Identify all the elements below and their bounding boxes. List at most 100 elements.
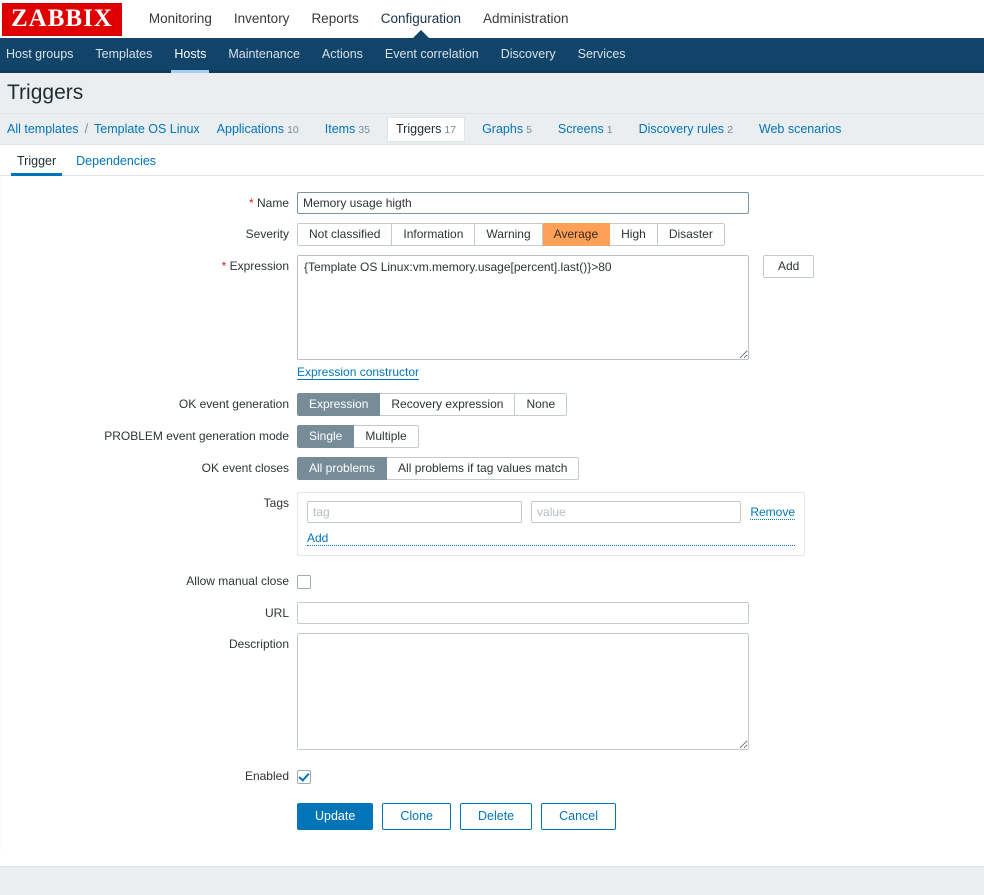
expression-label: * Expression — [1, 255, 297, 277]
problem-event-generation-mode-option-multiple[interactable]: Multiple — [354, 425, 419, 448]
subnav-item-templates[interactable]: Templates — [84, 38, 163, 70]
severity-option-high[interactable]: High — [610, 223, 658, 246]
page-title-bar: Triggers — [0, 73, 984, 114]
name-input[interactable] — [297, 192, 749, 214]
form-row-actions: Update Clone Delete Cancel — [1, 799, 984, 830]
severity-option-average[interactable]: Average — [542, 223, 611, 246]
ok-event-closes-label: OK event closes — [201, 461, 289, 475]
expression-label-text: Expression — [229, 259, 289, 273]
severity-control: Not classified Information Warning Avera… — [297, 223, 984, 246]
ok-event-generation-radio-group: Expression Recovery expression None — [297, 393, 568, 416]
allow-manual-close-checkbox[interactable] — [297, 574, 311, 589]
ok-event-closes-radio-group: All problems All problems if tag values … — [297, 457, 580, 480]
object-tab-screens-label: Screens — [557, 121, 604, 136]
enabled-checkbox[interactable] — [297, 769, 311, 784]
form-tabs: Trigger Dependencies — [0, 145, 984, 176]
tab-trigger[interactable]: Trigger — [7, 154, 66, 176]
form-row-tags: Tags Remove Add — [1, 492, 984, 556]
ok-event-generation-option-none[interactable]: None — [515, 393, 568, 416]
enabled-label: Enabled — [244, 769, 289, 783]
object-tab-triggers-label: Triggers — [396, 121, 442, 136]
cancel-button[interactable]: Cancel — [541, 803, 617, 830]
subnav-item-maintenance[interactable]: Maintenance — [217, 38, 311, 70]
breadcrumb-all-templates[interactable]: All templates — [7, 122, 79, 136]
object-tab-discovery-rules[interactable]: Discovery rules 2 — [630, 117, 742, 142]
main-menu-item-inventory[interactable]: Inventory — [223, 0, 301, 38]
form-row-ok-event-closes: OK event closes All problems All problem… — [1, 457, 984, 480]
ok-event-generation-option-recovery-expression[interactable]: Recovery expression — [380, 393, 516, 416]
subnav-item-event-correlation[interactable]: Event correlation — [374, 38, 490, 70]
ok-event-closes-option-tag-values-match[interactable]: All problems if tag values match — [387, 457, 580, 480]
tags-control: Remove Add — [297, 492, 984, 556]
severity-option-information[interactable]: Information — [392, 223, 476, 246]
form-row-allow-manual-close: Allow manual close — [1, 570, 984, 592]
form-row-description: Description — [1, 633, 984, 753]
page-footer — [0, 866, 984, 895]
tag-remove-link[interactable]: Remove — [750, 505, 795, 520]
description-textarea[interactable] — [297, 633, 749, 750]
delete-button[interactable]: Delete — [459, 803, 533, 830]
main-menu-item-reports[interactable]: Reports — [300, 0, 369, 38]
sub-navigation: Host groups Templates Hosts Maintenance … — [0, 38, 984, 73]
object-tab-screens-count: 1 — [606, 123, 613, 136]
object-tab-web-scenarios[interactable]: Web scenarios — [750, 117, 850, 141]
severity-option-not-classified[interactable]: Not classified — [297, 223, 393, 246]
url-input[interactable] — [297, 602, 749, 624]
description-label: Description — [228, 637, 289, 651]
url-control — [297, 602, 984, 624]
object-tab-web-scenarios-label: Web scenarios — [758, 122, 842, 136]
object-tab-graphs[interactable]: Graphs 5 — [473, 117, 541, 142]
tags-box: Remove Add — [297, 492, 805, 556]
form-row-expression: * Expression {Template OS Linux:vm.memor… — [1, 255, 984, 380]
problem-event-generation-mode-label: PROBLEM event generation mode — [104, 429, 289, 443]
subnav-item-discovery[interactable]: Discovery — [490, 38, 567, 70]
severity-label: Severity — [245, 227, 289, 241]
object-tab-applications[interactable]: Applications 10 — [208, 117, 308, 142]
name-control — [297, 192, 984, 214]
subnav-item-hosts[interactable]: Hosts — [163, 38, 217, 73]
object-tab-screens[interactable]: Screens 1 — [549, 117, 622, 142]
main-menu-item-configuration[interactable]: Configuration — [370, 0, 472, 38]
severity-option-warning[interactable]: Warning — [475, 223, 543, 246]
subnav-item-actions[interactable]: Actions — [311, 38, 374, 70]
allow-manual-close-label: Allow manual close — [186, 574, 289, 588]
tag-key-input[interactable] — [307, 501, 523, 523]
subnav-item-host-groups[interactable]: Host groups — [0, 38, 84, 70]
main-menu-item-administration[interactable]: Administration — [472, 0, 580, 38]
expression-constructor-link[interactable]: Expression constructor — [297, 365, 420, 380]
object-tab-discovery-rules-count: 2 — [727, 123, 733, 136]
expression-constructor-row: Expression constructor — [297, 365, 984, 380]
problem-event-generation-mode-option-single[interactable]: Single — [297, 425, 355, 448]
tag-value-input[interactable] — [531, 501, 742, 523]
form-row-ok-event-generation: OK event generation Expression Recovery … — [1, 393, 984, 416]
top-header: ZABBIX Monitoring Inventory Reports Conf… — [0, 0, 984, 38]
severity-radio-group: Not classified Information Warning Avera… — [297, 223, 725, 246]
object-tab-graphs-label: Graphs — [482, 121, 524, 136]
clone-button[interactable]: Clone — [382, 803, 451, 830]
expression-add-button[interactable]: Add — [763, 255, 815, 278]
tags-label: Tags — [263, 496, 289, 510]
main-menu-item-monitoring[interactable]: Monitoring — [138, 0, 223, 38]
url-label: URL — [264, 606, 289, 620]
expression-textarea[interactable]: {Template OS Linux:vm.memory.usage[perce… — [297, 255, 749, 360]
object-tab-triggers-count: 17 — [444, 123, 457, 136]
actions-control: Update Clone Delete Cancel — [297, 799, 984, 830]
update-button[interactable]: Update — [297, 803, 374, 830]
severity-option-disaster[interactable]: Disaster — [657, 223, 725, 246]
ok-event-closes-option-all-problems[interactable]: All problems — [297, 457, 388, 480]
expression-control: {Template OS Linux:vm.memory.usage[perce… — [297, 255, 984, 380]
ok-event-closes-control: All problems All problems if tag values … — [297, 457, 984, 480]
page-title: Triggers — [7, 81, 84, 104]
form-row-name: * Name — [1, 192, 984, 214]
ok-event-generation-option-expression[interactable]: Expression — [297, 393, 381, 416]
object-tab-applications-label: Applications — [216, 121, 285, 136]
action-buttons: Update Clone Delete Cancel — [297, 803, 984, 830]
tab-dependencies[interactable]: Dependencies — [66, 154, 166, 175]
zabbix-logo[interactable]: ZABBIX — [2, 2, 122, 36]
object-tab-items[interactable]: Items 35 — [316, 117, 379, 142]
ok-event-generation-control: Expression Recovery expression None — [297, 393, 984, 416]
subnav-item-services[interactable]: Services — [567, 38, 637, 70]
tag-add-link[interactable]: Add — [307, 531, 795, 546]
breadcrumb-template-name[interactable]: Template OS Linux — [94, 122, 200, 136]
object-tab-triggers[interactable]: Triggers 17 — [387, 116, 466, 142]
